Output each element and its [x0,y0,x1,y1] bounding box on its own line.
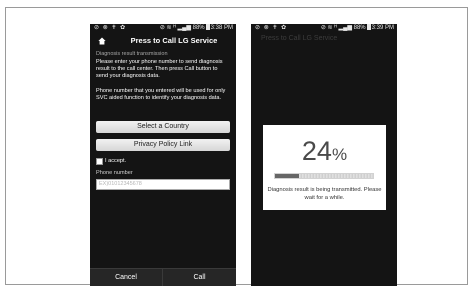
section-label: Diagnosis result transmission [96,51,168,57]
progress-dialog: 24% Diagnosis result is being transmitte… [263,125,386,210]
progress-percent-value: 24 [301,136,332,166]
bottom-action-bar: Cancel Call [90,268,236,286]
privacy-note-text: Phone number that you entered will be us… [96,88,226,101]
signal-icons: ⊘ ≋ ᴴ ▂▄▆ [159,25,191,31]
cancel-button[interactable]: Cancel [90,269,163,286]
progress-bar-fill [275,174,299,178]
battery-icon [205,24,210,30]
phone-number-label: Phone number [96,170,133,176]
signal-icons: ⊘ ≋ ᴴ ▂▄▆ [320,25,352,31]
progress-percent: 24% [263,136,386,170]
select-country-button[interactable]: Select a Country [96,121,230,133]
dimmed-page-title: Press to Call LG Service [261,35,338,42]
status-time: 3:38 PM [210,25,233,31]
progress-bar [274,173,374,179]
status-right: ⊘ ≋ ᴴ ▂▄▆ 88% 3:39 PM [321,24,394,33]
notification-icons: ⊘ ⊗ ✝ ✿ [255,25,288,31]
status-bar: ⊘ ⊗ ✝ ✿ ⊘ ≋ ᴴ ▂▄▆ 88% 3:38 PM [90,24,236,33]
notification-icons: ⊘ ⊗ ✝ ✿ [94,25,127,31]
privacy-policy-button[interactable]: Privacy Policy Link [96,139,230,151]
status-time: 3:39 PM [371,25,394,31]
battery-percent: 88% [353,25,366,31]
status-right: ⊘ ≋ ᴴ ▂▄▆ 88% 3:38 PM [160,24,233,33]
accept-label: I accept. [105,158,127,164]
call-button[interactable]: Call [163,269,236,286]
status-bar: ⊘ ⊗ ✝ ✿ ⊘ ≋ ᴴ ▂▄▆ 88% 3:39 PM [251,24,397,33]
progress-message: Diagnosis result is being transmitted. P… [267,187,382,201]
phone-screen-form: ⊘ ⊗ ✝ ✿ ⊘ ≋ ᴴ ▂▄▆ 88% 3:38 PM Press to Ca… [90,24,236,286]
figure-frame: ⊘ ⊗ ✝ ✿ ⊘ ≋ ᴴ ▂▄▆ 88% 3:38 PM Press to Ca… [5,7,468,286]
accept-checkbox[interactable] [96,158,103,165]
title-bar: Press to Call LG Service [90,34,236,48]
phone-screen-progress: ⊘ ⊗ ✝ ✿ ⊘ ≋ ᴴ ▂▄▆ 88% 3:39 PM Press to Ca… [251,24,397,286]
percent-sign: % [331,145,348,164]
battery-percent: 88% [192,25,205,31]
page-title: Press to Call LG Service [130,36,218,45]
phone-number-input[interactable]: EX)01012345678 [96,179,230,190]
home-icon[interactable] [98,37,106,45]
battery-icon [366,24,371,30]
instruction-text: Please enter your phone number to send d… [96,59,223,79]
